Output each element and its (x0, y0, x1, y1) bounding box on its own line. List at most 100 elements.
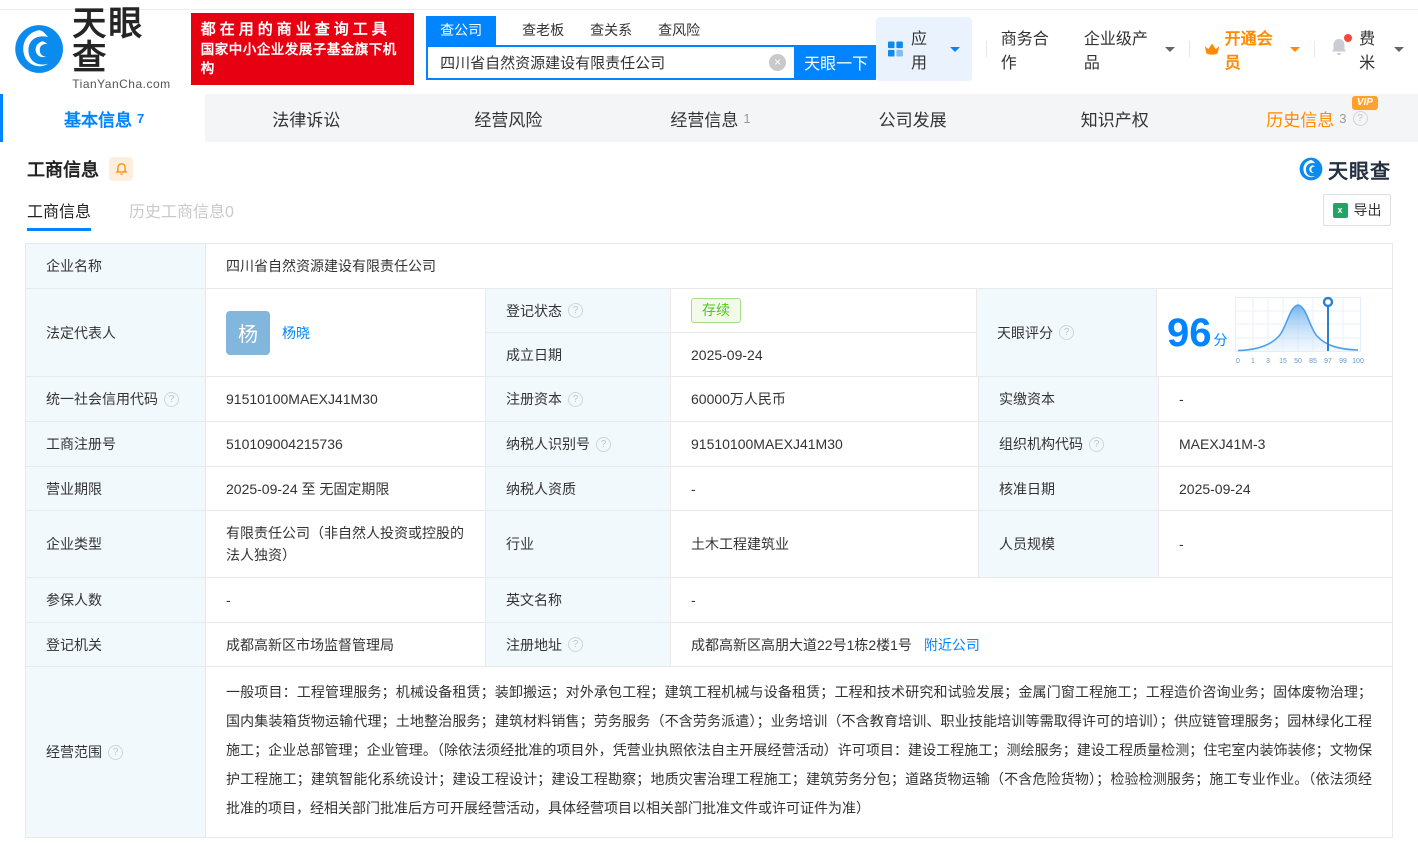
header: 天眼查 TianYanCha.com 都在用的商业查询工具 国家中小企业发展子基… (0, 7, 1418, 91)
logo-text: 天眼查 TianYanCha.com (72, 7, 176, 91)
nearby-companies-link[interactable]: 附近公司 (924, 635, 980, 655)
insured-value: - (206, 578, 486, 622)
help-icon[interactable] (568, 303, 583, 318)
table-row: 参保人数 - 英文名称 - (26, 578, 1392, 623)
nav-cooperation[interactable]: 商务合作 (1001, 25, 1062, 73)
enterprise-label: 企业级产品 (1083, 31, 1148, 72)
clear-input-icon[interactable] (769, 53, 787, 71)
reg-no-label: 工商注册号 (26, 422, 206, 466)
search-area: 查公司 查老板 查关系 查风险 天眼一下 (426, 15, 877, 80)
staff-size-value: - (1179, 536, 1184, 552)
address-label: 注册地址 (486, 623, 671, 666)
tab-company-development[interactable]: 公司发展 (812, 94, 1014, 142)
export-label: 导出 (1353, 202, 1382, 218)
section-title: 工商信息 (27, 160, 99, 180)
top-divider (0, 0, 1418, 10)
help-icon[interactable] (1352, 110, 1368, 126)
tab-history-info[interactable]: VIP 历史信息 3 (1216, 94, 1418, 142)
help-icon[interactable] (108, 744, 123, 760)
slogan-line2: 国家中小企业发展子基金旗下机构 (200, 42, 397, 76)
tab-legal-litigation[interactable]: 法律诉讼 (205, 94, 407, 142)
est-date-value: 2025-09-24 (691, 346, 763, 363)
help-icon[interactable] (596, 436, 611, 452)
apps-menu[interactable]: 应用 (876, 17, 972, 81)
svg-text:97: 97 (1324, 358, 1332, 365)
industry-label: 行业 (486, 511, 671, 577)
tab-operation-info[interactable]: 经营信息 1 (609, 94, 811, 142)
table-row: 统一社会信用代码 91510100MAEXJ41M30 注册资本 60000万人… (26, 377, 1392, 422)
business-info-table: 企业名称 四川省自然资源建设有限责任公司 法定代表人 杨 杨晓 登记状态 ? 存… (25, 243, 1393, 838)
nav-enterprise-products[interactable]: 企业级产品 (1084, 25, 1175, 73)
open-vip-button[interactable]: 开通会员 (1204, 25, 1301, 73)
help-icon[interactable] (568, 391, 583, 407)
reg-no-value: 510109004215736 (206, 422, 486, 466)
score-value: 96 分 0 1 3 15 50 85 97 99 100 (1157, 289, 1392, 376)
cooperation-label: 商务合作 (1000, 31, 1049, 72)
company-name-value: 四川省自然资源建设有限责任公司 (226, 258, 436, 274)
help-icon[interactable] (1089, 436, 1104, 452)
table-row: 企业类型 有限责任公司（非自然人投资或控股的法人独资） 行业 土木工程建筑业 人… (26, 511, 1392, 578)
bell-icon (115, 163, 127, 175)
score-label: 天眼评分 (977, 289, 1157, 376)
tab-label: 经营信息 (670, 110, 739, 130)
company-type-value: 有限责任公司（非自然人投资或控股的法人独资） (206, 511, 486, 577)
reg-authority-value: 成都高新区市场监督管理局 (206, 623, 486, 666)
help-icon[interactable] (1059, 325, 1074, 340)
tab-intellectual-property[interactable]: 知识产权 (1014, 94, 1216, 142)
help-icon[interactable] (568, 637, 583, 652)
table-row: 法定代表人 杨 杨晓 登记状态 存续 成立日期 (26, 289, 1392, 377)
en-name-label: 英文名称 (486, 578, 671, 622)
chevron-down-icon (1290, 46, 1301, 52)
search-tab-risk[interactable]: 查风险 (652, 20, 706, 45)
staff-size-label: 人员规模 (979, 511, 1159, 577)
table-row: 企业名称 四川省自然资源建设有限责任公司 (26, 244, 1392, 289)
term-value: 2025-09-24 至 无固定期限 (206, 467, 486, 510)
business-scope-label: 经营范围 (26, 667, 206, 837)
subtab-history-business-info[interactable]: 历史工商信息0 (129, 198, 234, 222)
logo-cn: 天眼查 (72, 5, 145, 77)
score-unit: 分 (1213, 331, 1228, 348)
vip-label: 开通会员 (1224, 31, 1273, 72)
slogan-line1: 都在用的商业查询工具 (200, 21, 391, 38)
uscc-label: 统一社会信用代码 (26, 377, 206, 421)
table-row: 登记状态 存续 (486, 289, 976, 333)
search-button[interactable]: 天眼一下 (796, 44, 877, 80)
svg-text:0: 0 (1236, 358, 1240, 365)
approval-date-label: 核准日期 (979, 467, 1159, 510)
logo[interactable]: 天眼查 TianYanCha.com (14, 7, 177, 91)
tab-basic-info[interactable]: 基本信息 7 (3, 94, 206, 142)
company-name-label: 企业名称 (26, 244, 206, 288)
user-menu[interactable]: 费米 (1359, 25, 1404, 73)
paid-capital-label: 实缴资本 (979, 377, 1159, 421)
search-tab-boss[interactable]: 查老板 (516, 20, 570, 45)
svg-text:3: 3 (1266, 358, 1270, 365)
tab-count: 3 (1339, 110, 1347, 126)
notifications-bell[interactable] (1329, 33, 1353, 62)
legal-rep-link[interactable]: 杨晓 (282, 323, 310, 343)
sub-tabs: 工商信息 历史工商信息0 导出 (27, 189, 1391, 231)
username: 费米 (1359, 31, 1376, 72)
subscribe-bell-button[interactable] (109, 157, 133, 181)
tianyancha-logo-icon (15, 25, 64, 73)
tab-label: 知识产权 (1080, 110, 1149, 130)
divider (1314, 41, 1316, 57)
tab-label: 基本信息 (63, 110, 132, 130)
table-row: 登记机关 成都高新区市场监督管理局 注册地址 成都高新区高朋大道22号1栋2楼1… (26, 623, 1392, 667)
tab-operation-risk[interactable]: 经营风险 (407, 94, 609, 142)
tab-count: 7 (136, 110, 145, 126)
export-button[interactable]: 导出 (1323, 194, 1391, 226)
search-tab-relation[interactable]: 查关系 (584, 20, 638, 45)
search-tab-company[interactable]: 查公司 (426, 15, 497, 45)
chevron-down-icon (1394, 46, 1404, 52)
legal-rep-value: 杨 杨晓 (206, 289, 486, 376)
search-input[interactable] (426, 44, 797, 80)
tab-count: 1 (743, 110, 751, 126)
industry-value: 土木工程建筑业 (671, 511, 979, 577)
search-row: 天眼一下 (426, 44, 877, 80)
score-number: 96 (1167, 310, 1212, 355)
subtab-business-info[interactable]: 工商信息 (27, 198, 92, 231)
business-scope-value: 一般项目：工程管理服务；机械设备租赁；装卸搬运；对外承包工程；建筑工程机械与设备… (226, 684, 1372, 816)
help-icon[interactable] (164, 391, 179, 407)
avatar[interactable]: 杨 (226, 310, 270, 355)
org-code-value: MAEXJ41M-3 (1179, 436, 1266, 452)
